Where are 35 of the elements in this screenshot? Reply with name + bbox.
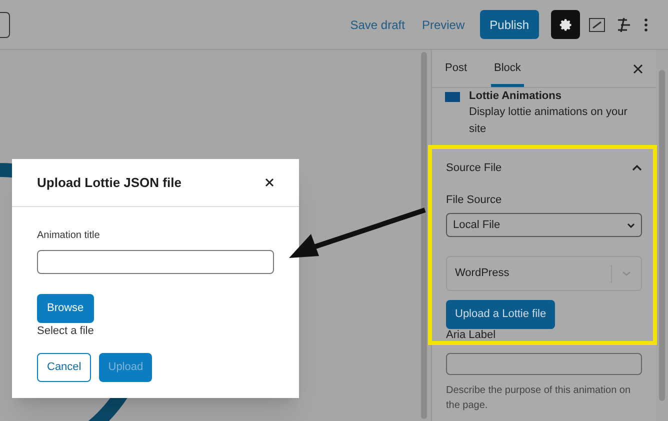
- field-label: File Source: [446, 192, 503, 208]
- settings-icon: [558, 18, 572, 32]
- sidebar-tab[interactable]: Post: [445, 50, 468, 87]
- more-options-icon[interactable]: [644, 18, 648, 32]
- file-status: Select a file: [37, 324, 95, 339]
- settings-button[interactable]: [551, 10, 580, 39]
- chevron-down-icon: [627, 222, 635, 228]
- scrollbar[interactable]: [421, 52, 427, 419]
- modal-title: Upload Lottie JSON file: [37, 174, 182, 192]
- edit-icon[interactable]: [589, 18, 605, 32]
- field-label: Animation title: [37, 229, 101, 243]
- cancel-button[interactable]: Cancel: [37, 352, 92, 382]
- field-label: Aria Label: [446, 329, 497, 342]
- tool-icon[interactable]: [616, 16, 632, 32]
- close-icon[interactable]: [633, 64, 643, 74]
- publish-button[interactable]: Publish: [480, 10, 539, 39]
- scrollbar[interactable]: [659, 70, 665, 401]
- close-icon[interactable]: [265, 178, 274, 187]
- block-title: Lottie Animations: [469, 90, 562, 103]
- preview-link[interactable]: Preview: [422, 16, 465, 34]
- block-icon: [445, 92, 460, 102]
- aria-label-field[interactable]: [446, 353, 642, 375]
- panel-title[interactable]: Source File: [446, 160, 632, 176]
- browse-button[interactable]: Browse: [37, 294, 94, 323]
- toolbar-field-edge: [0, 12, 10, 38]
- file-source-select[interactable]: Local File: [446, 213, 642, 237]
- chevron-down-icon: [622, 271, 631, 276]
- provider-select[interactable]: WordPress: [446, 256, 642, 291]
- help-text: Describe the purpose of this animation on the page.: [446, 384, 632, 413]
- block-description: Display lottie animations on your site: [469, 105, 628, 137]
- save-draft-link[interactable]: Save draft: [350, 16, 405, 34]
- animation-title-field[interactable]: [37, 250, 274, 274]
- chevron-up-icon[interactable]: [632, 165, 642, 172]
- sidebar-tab[interactable]: Block: [491, 50, 524, 87]
- upload-lottie-button[interactable]: Upload a Lottie file: [446, 300, 556, 329]
